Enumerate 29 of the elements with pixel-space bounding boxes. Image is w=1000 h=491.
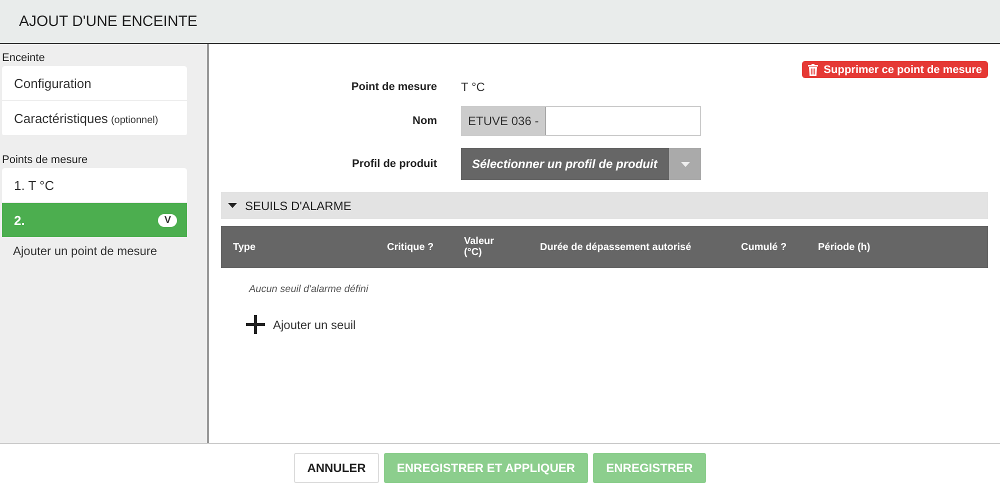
caret-icon	[680, 162, 690, 166]
trash-icon	[808, 64, 818, 76]
add-threshold-button[interactable]: Ajouter un seuil	[246, 315, 356, 334]
section-label: Points de mesure	[1, 154, 89, 166]
caret-icon	[228, 203, 237, 208]
footer-button[interactable]: ANNULER	[294, 452, 379, 482]
status-badge: V	[158, 214, 177, 226]
section-label: Enceinte	[1, 52, 46, 64]
field-label: Nom	[412, 115, 438, 127]
sidebar-item[interactable]: Caractéristiques (optionnel)	[2, 101, 187, 136]
add-point-link[interactable]: Ajouter un point de mesure	[13, 244, 158, 258]
field-label: Profil de produit	[351, 158, 438, 170]
column-header: Critique ?	[387, 242, 435, 252]
sidebar-item[interactable]: Configuration	[2, 66, 187, 101]
column-header: Période (h)	[818, 242, 872, 252]
field-value: T °C	[461, 80, 485, 94]
product-profile-dropdown[interactable]: Sélectionner un profil de produit	[461, 148, 701, 180]
column-header: Valeur (°C)	[464, 236, 496, 258]
field-label: Point de mesure	[350, 81, 438, 93]
column-header: Cumulé ?	[741, 242, 788, 252]
plus-icon	[246, 315, 265, 334]
section-header[interactable]: SEUILS D'ALARME	[221, 192, 988, 219]
name-field[interactable]: ETUVE 036 -	[461, 106, 701, 136]
sidebar-item[interactable]: 2. V	[2, 203, 187, 238]
delete-button[interactable]: Supprimer ce point de mesure	[802, 61, 988, 78]
column-header: Type	[233, 242, 257, 252]
column-header: Durée de dépassement autorisé	[540, 242, 692, 252]
dialog-title: AJOUT D'UNE ENCEINTE	[19, 13, 198, 30]
empty-message: Aucun seuil d'alarme défini	[249, 284, 370, 295]
